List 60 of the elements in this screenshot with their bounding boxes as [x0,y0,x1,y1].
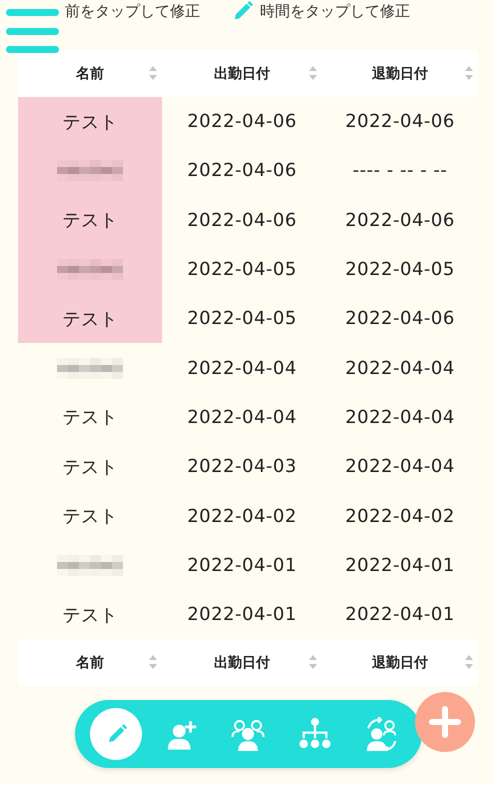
sort-icon[interactable] [148,654,158,670]
mosaic-drawing [57,160,123,182]
table-cell: 2022-04-06 [345,308,455,330]
table-cell: 2022-04-05 [187,259,297,280]
mosaic-drawing [57,554,123,576]
table-cell: ---- - -- - -- [352,160,448,182]
table-cell: 2022-04-04 [345,358,455,379]
table-cell-text: テスト [62,110,118,134]
sort-icon[interactable] [148,65,158,81]
highlighted-cell[interactable]: テスト [18,97,162,146]
sort-icon[interactable] [464,654,474,670]
name-cell[interactable]: テスト [18,590,162,640]
highlighted-cell[interactable]: テスト [18,196,162,245]
pencil-icon [232,0,254,22]
table-cell: 2022-04-02 [345,506,455,527]
hierarchy-icon [298,717,332,751]
nav-button[interactable] [90,708,142,760]
hint-text: 前をタップして修正 [65,2,200,20]
group-icon [231,717,266,751]
table-cell: 2022-04-01 [187,604,297,626]
sort-icon[interactable] [308,654,318,670]
column-header[interactable]: 退勤日付 [372,654,428,672]
table-cell: 2022-04-04 [345,456,455,478]
column-header[interactable]: 出勤日付 [214,64,270,82]
sort-icon[interactable] [308,65,318,81]
table-cell-text: テスト [62,209,118,232]
name-cell[interactable]: テスト [18,491,162,541]
table-cell: 2022-04-04 [187,358,297,379]
highlighted-cell[interactable]: テスト [18,294,162,344]
table-cell: 2022-04-06 [187,160,297,182]
menu-button[interactable] [6,9,59,53]
table-cell-text: テスト [62,604,118,627]
name-cell[interactable]: テスト [18,392,162,442]
column-header[interactable]: 名前 [76,64,104,82]
table-cell-text: テスト [62,308,118,331]
column-header[interactable]: 出勤日付 [214,654,270,672]
table-cell: 2022-04-05 [187,308,297,330]
table-cell: 2022-04-03 [187,456,297,478]
table-cell: 2022-04-04 [345,406,455,428]
table-cell: 2022-04-01 [345,604,455,626]
table-cell: 2022-04-01 [345,554,455,576]
sort-icon[interactable] [464,65,474,81]
mosaic-drawing [57,358,123,379]
plus-icon [429,706,461,738]
table-cell: 2022-04-02 [187,506,297,527]
column-header[interactable]: 退勤日付 [372,64,428,82]
table-cell: 2022-04-04 [187,406,297,428]
table-cell: 2022-04-06 [345,111,455,132]
mosaic-drawing [57,259,123,280]
table-cell: 2022-04-06 [187,111,297,132]
name-cell[interactable]: テスト [18,442,162,492]
table-cell: 2022-04-05 [345,259,455,280]
table-cell: 2022-04-06 [345,210,455,231]
column-header[interactable]: 名前 [76,654,104,672]
table-cell: 2022-04-06 [187,210,297,231]
hint-text: 時間をタップして修正 [260,2,410,20]
table-cell-text: テスト [62,505,118,528]
table-cell-text: テスト [62,456,118,479]
table-cell-text: テスト [62,406,118,430]
table-cell: 2022-04-01 [187,554,297,576]
